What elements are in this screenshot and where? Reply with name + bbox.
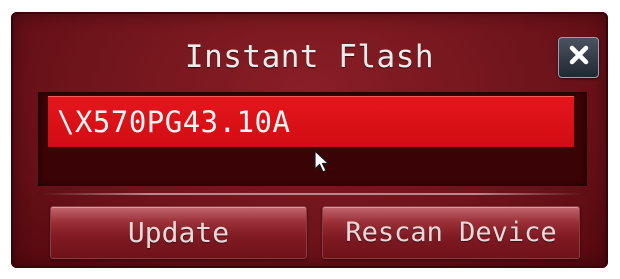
divider [38,193,587,195]
mouse-pointer-icon [314,150,330,174]
dialog-title: Instant Flash [184,39,435,75]
close-x-icon [568,44,590,71]
close-button[interactable] [558,37,599,78]
screen: Instant Flash \X570PG43.10A Update Resca… [0,0,620,279]
file-list-item-selected[interactable]: \X570PG43.10A [48,96,574,147]
instant-flash-dialog: Instant Flash \X570PG43.10A Update Resca… [11,12,608,268]
file-list[interactable]: \X570PG43.10A [38,92,587,186]
file-name: \X570PG43.10A [57,105,291,139]
rescan-device-button[interactable]: Rescan Device [322,206,580,259]
update-button[interactable]: Update [50,206,307,259]
